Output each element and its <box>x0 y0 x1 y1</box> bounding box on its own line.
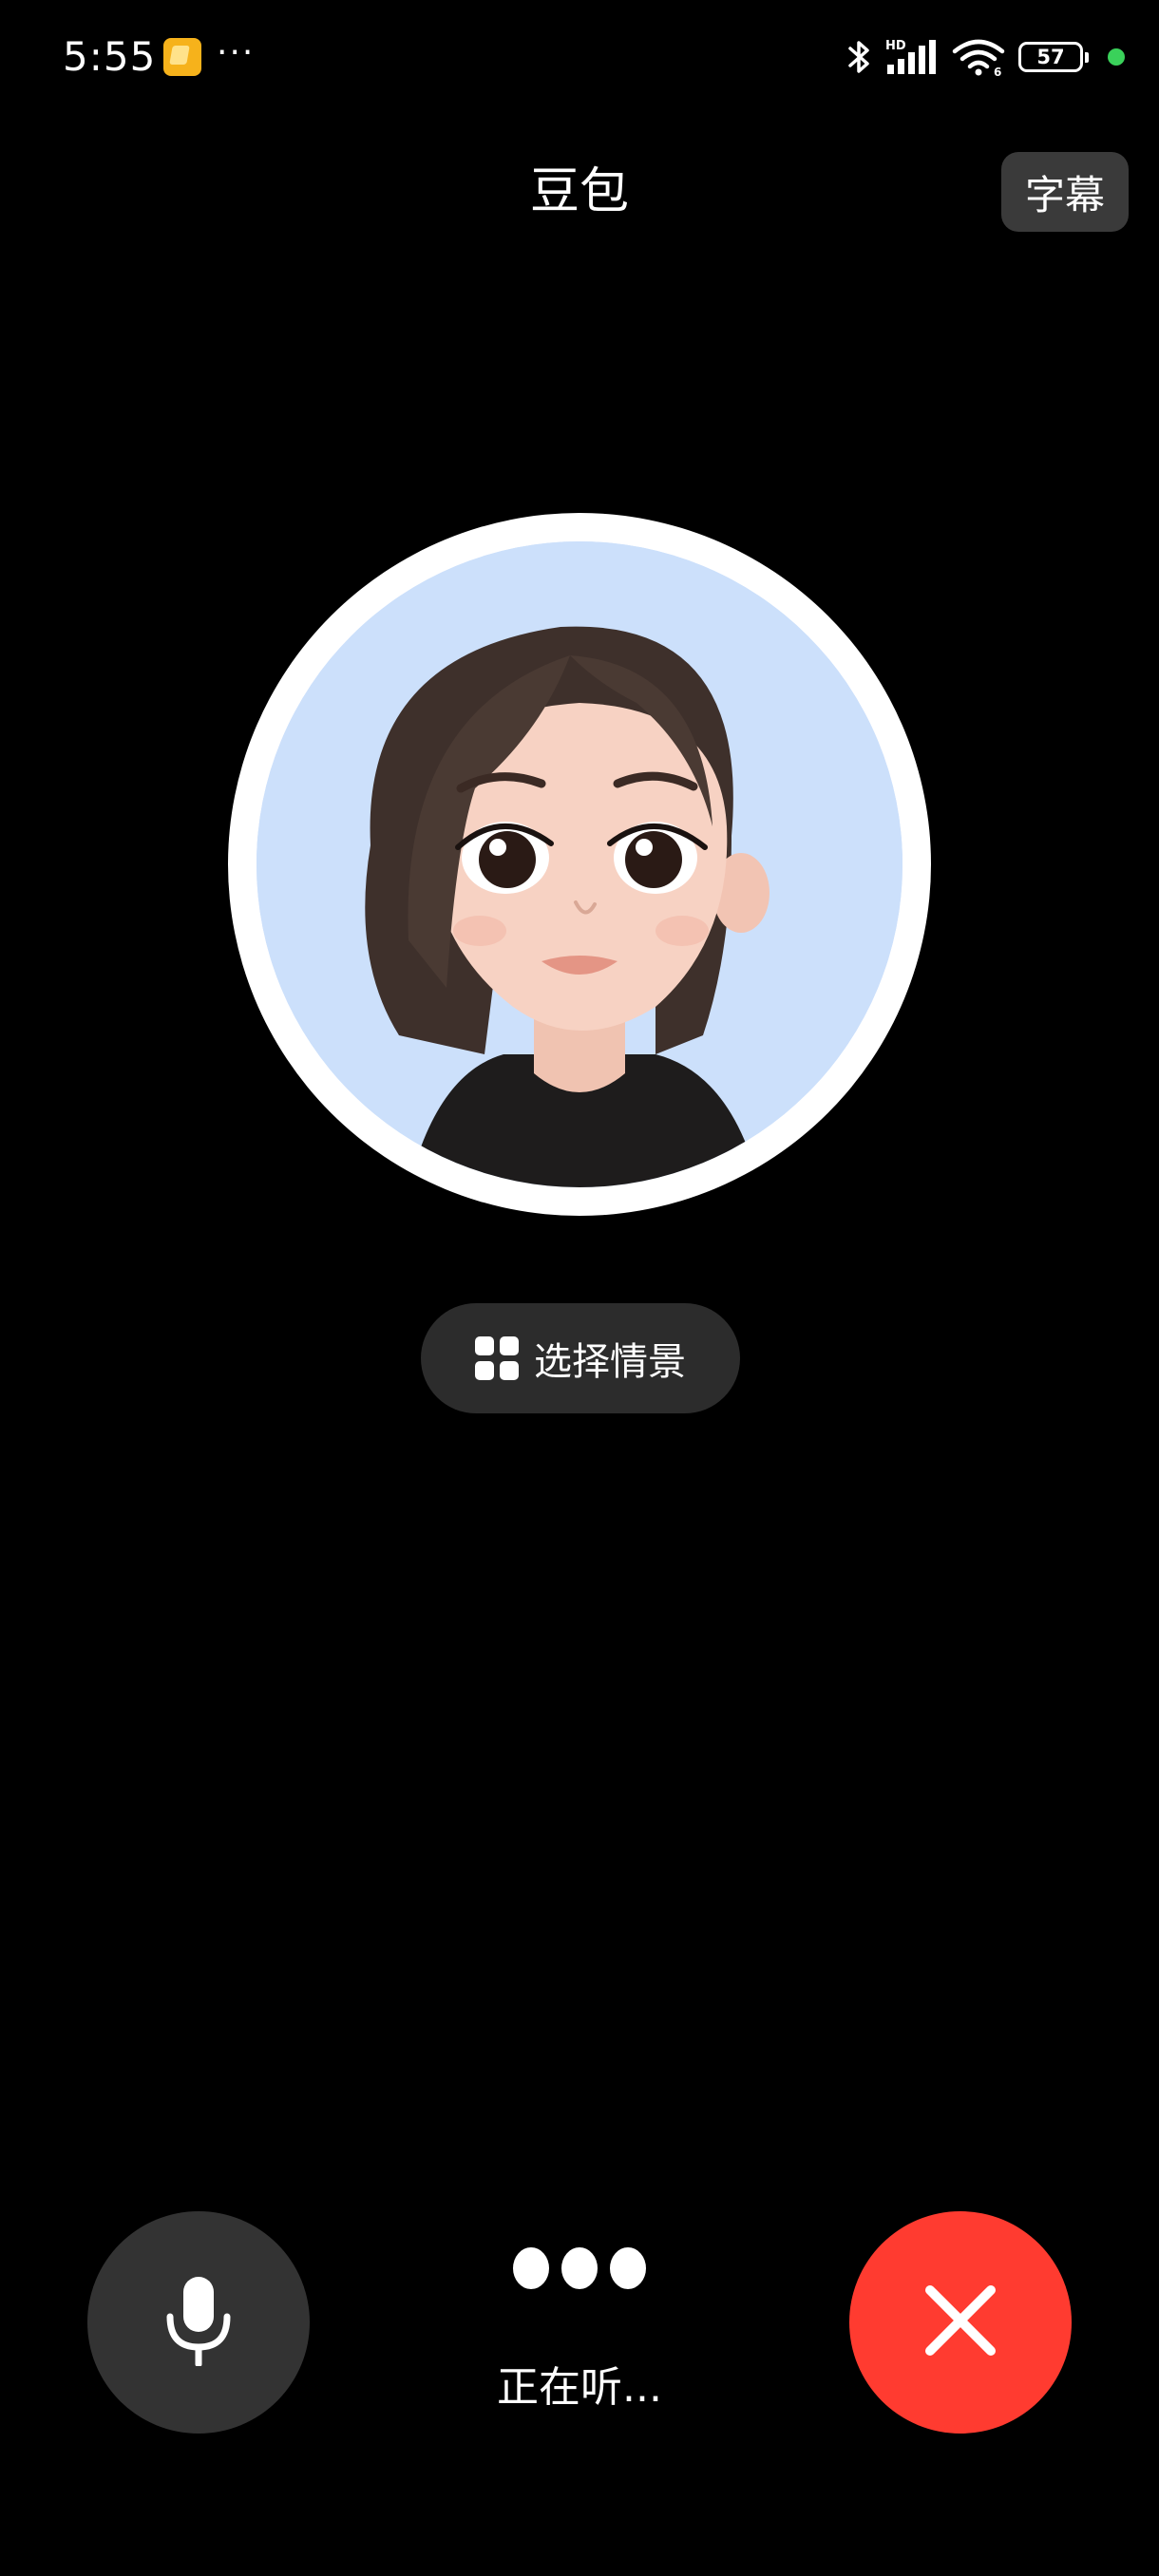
hd-signal-icon: HD <box>885 38 939 76</box>
avatar-image <box>256 541 902 1187</box>
app-notification-icon <box>163 38 201 76</box>
svg-text:HD: HD <box>885 39 906 53</box>
close-icon <box>922 2282 998 2362</box>
subtitle-button[interactable]: 字幕 <box>1001 152 1129 232</box>
privacy-indicator-dot <box>1108 48 1125 66</box>
listening-indicator <box>513 2245 646 2291</box>
listening-dot <box>610 2247 646 2289</box>
svg-text:6: 6 <box>994 66 1001 76</box>
select-scene-button[interactable]: 选择情景 <box>421 1303 740 1413</box>
status-bar: 5:55 ··· HD 6 57 <box>0 0 1159 114</box>
battery-level: 57 <box>1036 45 1065 68</box>
battery-icon: 57 <box>1018 42 1089 72</box>
status-time: 5:55 <box>63 33 157 80</box>
status-icons: HD 6 57 <box>847 30 1125 84</box>
more-notifications-icon: ··· <box>217 33 256 72</box>
avatar <box>228 513 931 1216</box>
call-title: 豆包 <box>529 163 629 220</box>
hang-up-button[interactable] <box>849 2211 1072 2434</box>
listening-dot <box>513 2247 549 2289</box>
select-scene-label: 选择情景 <box>534 1340 686 1384</box>
grid-icon <box>475 1336 519 1380</box>
microphone-icon <box>161 2275 237 2370</box>
listening-dot <box>561 2247 598 2289</box>
bluetooth-icon <box>847 38 872 76</box>
wifi-icon: 6 <box>952 38 1005 76</box>
